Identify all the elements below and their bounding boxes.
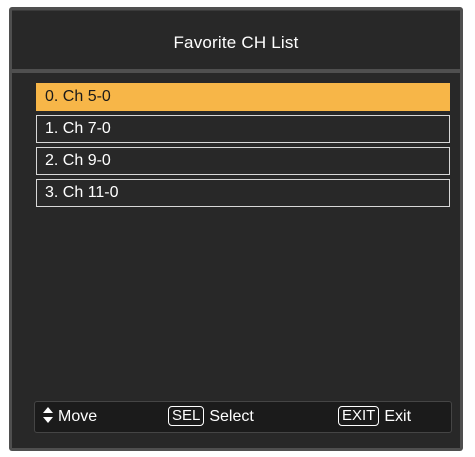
channel-item-1[interactable]: 1. Ch 7-0 xyxy=(36,115,450,143)
help-select-label: Select xyxy=(209,408,254,425)
help-bar: Move SEL Select EXIT Exit xyxy=(34,401,452,433)
help-select[interactable]: SEL Select xyxy=(168,402,254,432)
up-down-arrows-icon xyxy=(43,407,53,423)
sel-key-badge: SEL xyxy=(168,406,205,426)
help-exit[interactable]: EXIT Exit xyxy=(338,402,411,432)
exit-key-badge: EXIT xyxy=(338,406,380,426)
title-divider xyxy=(12,69,460,73)
help-exit-label: Exit xyxy=(384,408,412,425)
channel-item-2[interactable]: 2. Ch 9-0 xyxy=(36,147,450,175)
channel-item-0[interactable]: 0. Ch 5-0 xyxy=(36,83,450,111)
help-move: Move xyxy=(43,402,97,432)
help-move-label: Move xyxy=(58,408,98,425)
dialog-title: Favorite CH List xyxy=(173,33,299,52)
favorite-channel-dialog: Favorite CH List 0. Ch 5-0 1. Ch 7-0 2. … xyxy=(9,7,463,451)
dialog-body: Favorite CH List 0. Ch 5-0 1. Ch 7-0 2. … xyxy=(12,10,460,448)
channel-list: 0. Ch 5-0 1. Ch 7-0 2. Ch 9-0 3. Ch 11-0 xyxy=(36,83,450,211)
channel-item-3[interactable]: 3. Ch 11-0 xyxy=(36,179,450,207)
